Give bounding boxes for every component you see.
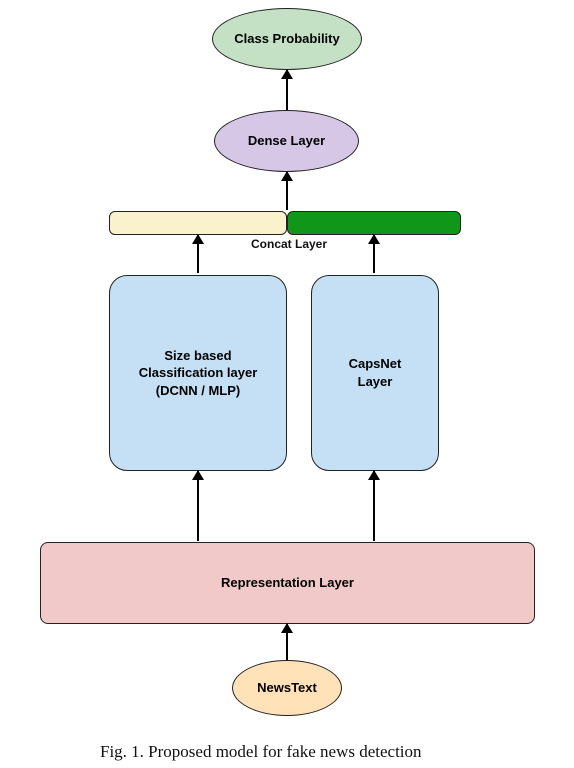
arrow-repr-to-sizecls	[197, 471, 199, 541]
concat-bar-left	[109, 211, 287, 235]
figure-caption: Fig. 1. Proposed model for fake news det…	[100, 742, 422, 762]
arrow-newstext-to-repr	[286, 624, 288, 660]
node-representation-layer: Representation Layer	[40, 542, 535, 624]
arrow-dense-to-classprob	[286, 70, 288, 110]
node-capsnet-layer: CapsNet Layer	[311, 275, 439, 471]
node-class-probability: Class Probability	[212, 8, 362, 70]
node-size-based-classification: Size based Classification layer (DCNN / …	[109, 275, 287, 471]
node-dense-layer: Dense Layer	[214, 110, 359, 172]
concat-bar-right	[287, 211, 461, 235]
node-newstext: NewsText	[232, 660, 342, 716]
arrow-sizecls-to-concat	[197, 235, 199, 273]
arrow-repr-to-capsnet	[373, 471, 375, 541]
arrow-capsnet-to-concat	[373, 235, 375, 273]
concat-label: Concat Layer	[251, 237, 327, 251]
arrow-concat-to-dense	[286, 172, 288, 210]
